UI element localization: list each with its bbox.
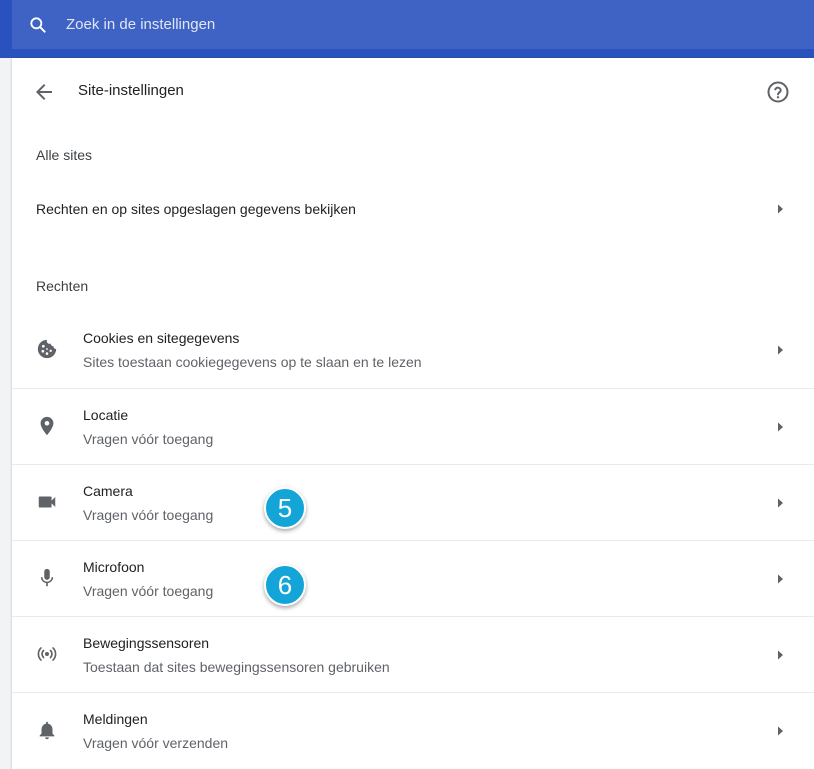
videocam-icon bbox=[36, 491, 58, 513]
permission-row-notifications[interactable]: Meldingen Vragen vóór verzenden bbox=[12, 692, 814, 768]
page-header: Site-instellingen bbox=[12, 58, 814, 126]
help-icon[interactable] bbox=[766, 80, 790, 104]
top-bar bbox=[0, 0, 814, 58]
permission-subtitle: Toestaan dat sites bewegingssensoren geb… bbox=[83, 659, 390, 675]
site-settings-card: Site-instellingen Alle sites Rechten en … bbox=[12, 58, 814, 769]
permission-subtitle: Sites toestaan cookiegegevens op te slaa… bbox=[83, 354, 422, 370]
annotation-badge-microphone: 6 bbox=[264, 564, 306, 606]
cookie-icon bbox=[36, 338, 58, 360]
view-site-permissions-row[interactable]: Rechten en op sites opgeslagen gegevens … bbox=[12, 185, 814, 233]
location-pin-icon bbox=[36, 415, 58, 437]
permission-subtitle: Vragen vóór verzenden bbox=[83, 735, 229, 751]
all-sites-heading: Alle sites bbox=[36, 147, 93, 163]
permissions-heading: Rechten bbox=[36, 278, 89, 294]
chevron-right-icon bbox=[778, 204, 783, 214]
microphone-icon bbox=[36, 567, 58, 589]
chevron-right-icon bbox=[778, 574, 783, 584]
permission-title: Camera bbox=[83, 483, 133, 499]
annotation-badge-camera: 5 bbox=[264, 487, 306, 529]
permission-row-motion-sensors[interactable]: Bewegingssensoren Toestaan dat sites bew… bbox=[12, 616, 814, 692]
permission-title: Locatie bbox=[83, 407, 129, 423]
permission-subtitle: Vragen vóór toegang bbox=[83, 583, 214, 599]
sensors-icon bbox=[36, 643, 58, 665]
chevron-right-icon bbox=[778, 345, 783, 355]
chevron-right-icon bbox=[778, 650, 783, 660]
permission-title: Microfoon bbox=[83, 559, 145, 575]
permission-subtitle: Vragen vóór toegang bbox=[83, 507, 214, 523]
permission-subtitle: Vragen vóór toegang bbox=[83, 431, 214, 447]
permission-row-location[interactable]: Locatie Vragen vóór toegang bbox=[12, 388, 814, 464]
search-box[interactable] bbox=[12, 0, 814, 49]
chevron-right-icon bbox=[778, 726, 783, 736]
permission-title: Bewegingssensoren bbox=[83, 635, 210, 651]
back-arrow-icon[interactable] bbox=[32, 80, 56, 104]
chevron-right-icon bbox=[778, 498, 783, 508]
permission-row-microphone[interactable]: Microfoon Vragen vóór toegang bbox=[12, 540, 814, 616]
permission-row-cookies[interactable]: Cookies en sitegegevens Sites toestaan c… bbox=[12, 312, 814, 388]
search-icon bbox=[12, 15, 64, 35]
chevron-right-icon bbox=[778, 422, 783, 432]
search-input[interactable] bbox=[64, 0, 814, 49]
permission-row-camera[interactable]: Camera Vragen vóór toegang bbox=[12, 464, 814, 540]
permission-title: Meldingen bbox=[83, 711, 148, 727]
page-title: Site-instellingen bbox=[78, 82, 184, 99]
view-site-permissions-label: Rechten en op sites opgeslagen gegevens … bbox=[36, 201, 356, 217]
bell-icon bbox=[36, 719, 58, 741]
permission-title: Cookies en sitegegevens bbox=[83, 330, 240, 346]
